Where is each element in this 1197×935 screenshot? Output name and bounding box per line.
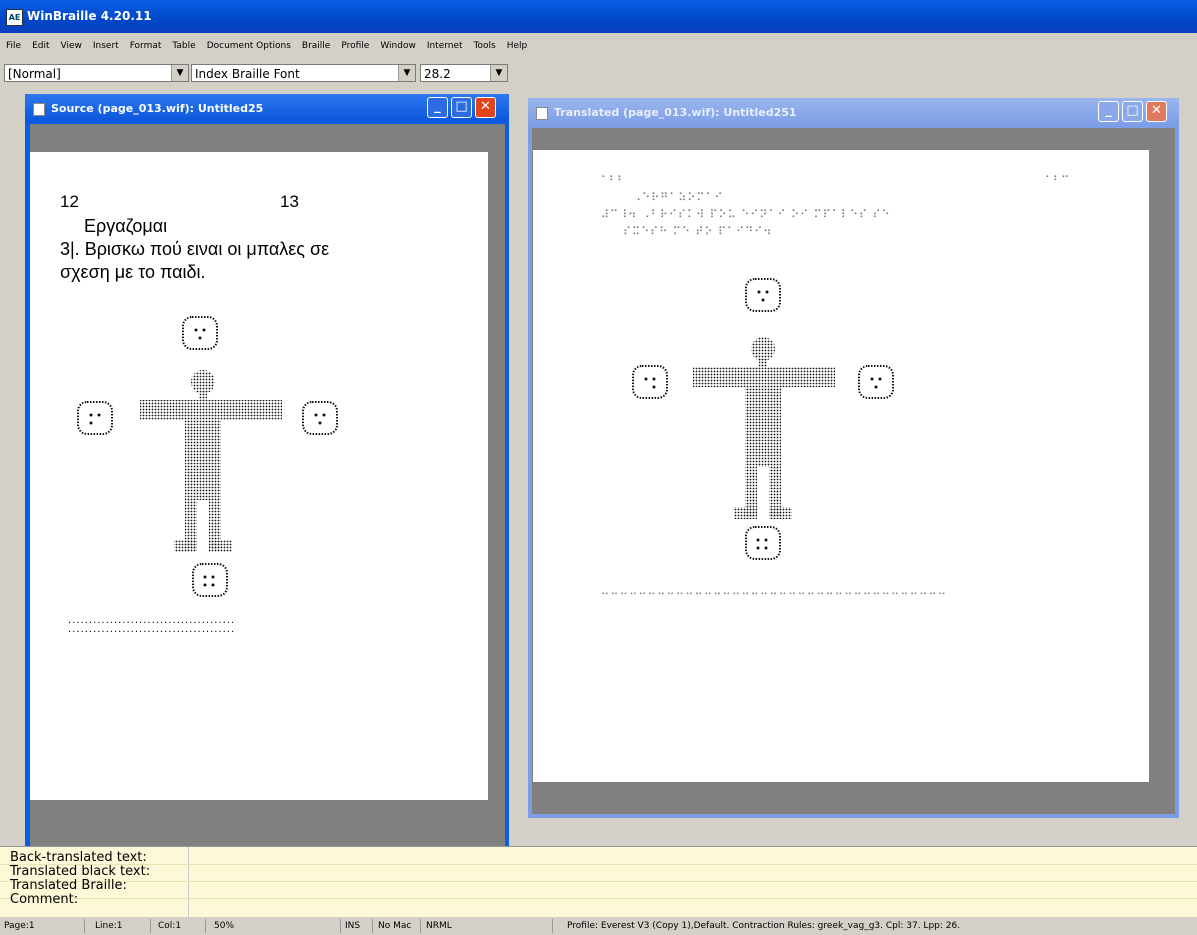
menu-view[interactable]: View <box>61 41 82 51</box>
font-size-value: 28.2 <box>424 67 451 81</box>
document-icon <box>33 103 45 116</box>
status-macro: No Mac <box>378 921 412 931</box>
panel-divider <box>188 847 189 918</box>
chevron-down-icon[interactable]: ▼ <box>398 65 415 81</box>
status-insert-mode: INS <box>345 921 361 931</box>
menu-window[interactable]: Window <box>380 41 416 51</box>
status-zoom: 50% <box>214 921 235 931</box>
ball-left <box>77 401 113 435</box>
format-toolbar: [Normal] ▼ Index Braille Font ▼ 28.2 ▼ <box>0 60 1197 84</box>
status-divider <box>84 919 85 933</box>
menu-insert[interactable]: Insert <box>93 41 119 51</box>
child-body <box>140 370 282 552</box>
page-number-left: 12 <box>60 192 79 211</box>
status-mode: NRML <box>426 921 452 931</box>
exercise-line-2: σχεση με το παιδι. <box>60 262 206 282</box>
braille-line-1: ⠼⠉⠸⠲ ⠠⠃⠗⠊⠎⠅⠺ ⠏⠕⠥ ⠑⠊⠝⠁⠊ ⠕⠊ ⠍⠏⠁⠇⠑⠎ ⠎⠑ <box>601 208 891 221</box>
child-body <box>693 337 835 519</box>
minimize-button[interactable]: _ <box>427 97 448 118</box>
maximize-button[interactable]: □ <box>1122 101 1143 122</box>
page-number-right: 13 <box>280 192 299 211</box>
style-select[interactable]: [Normal] ▼ <box>4 64 189 82</box>
source-window-title: Source (page_013.wif): Untitled25 <box>51 102 264 115</box>
document-icon <box>536 107 548 120</box>
panel-row-line <box>0 881 1197 882</box>
status-divider <box>340 919 341 933</box>
status-bar: Page:1 Line:1 Col:1 50% INS No Mac NRML … <box>0 917 1197 935</box>
app-icon: AE <box>6 9 23 26</box>
braille-line-2: ⠎⠭⠑⠎⠓ ⠍⠑ ⠞⠕ ⠏⠁⠊⠙⠊⠲ <box>623 225 773 238</box>
exercise-heading: Εργαζομαι <box>84 216 168 236</box>
exercise-line-1: 3|. Βρισκω πού ειναι οι μπαλες σε <box>60 239 330 259</box>
chevron-down-icon[interactable]: ▼ <box>171 65 188 81</box>
ball-top <box>745 278 781 312</box>
ball-bottom <box>192 563 228 597</box>
braille-heading: ⠠⠑⠗⠛⠁⠵⠕⠍⠁⠊ <box>633 191 724 204</box>
source-page[interactable]: 12 13 Εργαζομαι 3|. Βρισκω πού ειναι οι … <box>30 152 488 800</box>
translation-info-panel: Back-translated text: Translated black t… <box>0 846 1197 918</box>
menu-file[interactable]: File <box>6 41 21 51</box>
app-title: WinBraille 4.20.11 <box>27 9 152 23</box>
menu-table[interactable]: Table <box>172 41 195 51</box>
dotted-rule-2: ........................................ <box>68 624 236 635</box>
translated-black-label: Translated black text: <box>10 864 151 879</box>
ball-left <box>632 365 668 399</box>
status-profile: Profile: Everest V3 (Copy 1),Default. Co… <box>567 921 961 931</box>
close-button[interactable]: ✕ <box>475 97 496 118</box>
ball-top <box>182 316 218 350</box>
status-line: Line:1 <box>95 921 123 931</box>
panel-row-line <box>0 864 1197 865</box>
font-size-select[interactable]: 28.2 ▼ <box>420 64 508 82</box>
source-window[interactable]: Source (page_013.wif): Untitled25 _ □ ✕ … <box>25 94 509 846</box>
translated-window-title-bar[interactable]: Translated (page_013.wif): Untitled251 _… <box>528 98 1179 126</box>
menu-profile[interactable]: Profile <box>341 41 369 51</box>
menu-internet[interactable]: Internet <box>427 41 463 51</box>
status-divider <box>372 919 373 933</box>
translated-window[interactable]: Translated (page_013.wif): Untitled251 _… <box>528 98 1179 818</box>
comment-label: Comment: <box>10 892 79 907</box>
translated-page[interactable]: ⠁⠃⠃ ⠁⠃⠉ ⠠⠑⠗⠛⠁⠵⠕⠍⠁⠊ ⠼⠉⠸⠲ ⠠⠃⠗⠊⠎⠅⠺ ⠏⠕⠥ ⠑⠊⠝⠁… <box>533 150 1149 782</box>
menu-bar: File Edit View Insert Format Table Docum… <box>0 36 1197 56</box>
maximize-button[interactable]: □ <box>451 97 472 118</box>
source-window-title-bar[interactable]: Source (page_013.wif): Untitled25 _ □ ✕ <box>25 94 509 122</box>
status-divider <box>150 919 151 933</box>
font-select[interactable]: Index Braille Font ▼ <box>191 64 416 82</box>
status-divider <box>205 919 206 933</box>
panel-row-line <box>0 898 1197 899</box>
ball-bottom <box>745 526 781 560</box>
ball-right <box>302 401 338 435</box>
back-translated-label: Back-translated text: <box>10 850 147 865</box>
status-col: Col:1 <box>158 921 182 931</box>
menu-braille[interactable]: Braille <box>302 41 330 51</box>
menu-help[interactable]: Help <box>507 41 528 51</box>
translated-window-title: Translated (page_013.wif): Untitled251 <box>554 106 797 119</box>
panel-labels: Back-translated text: Translated black t… <box>10 851 150 907</box>
style-select-value: [Normal] <box>8 67 61 81</box>
braille-page-number-left: ⠁⠃⠃ <box>601 174 626 187</box>
braille-rule: ⠒⠒⠒⠒⠒⠒⠒⠒⠒⠒⠒⠒⠒⠒⠒⠒⠒⠒⠒⠒⠒⠒⠒⠒⠒⠒⠒⠒⠒⠒⠒⠒⠒⠒⠒⠒⠒ <box>601 588 948 601</box>
close-button[interactable]: ✕ <box>1146 101 1167 122</box>
minimize-button[interactable]: _ <box>1098 101 1119 122</box>
braille-page-number-right: ⠁⠃⠉ <box>1045 174 1070 187</box>
translated-tactile-child-figure <box>632 278 894 560</box>
status-page: Page:1 <box>4 921 35 931</box>
app-title-bar: AE WinBraille 4.20.11 <box>0 0 1197 33</box>
mdi-workspace: Source (page_013.wif): Untitled25 _ □ ✕ … <box>0 86 1197 846</box>
menu-tools[interactable]: Tools <box>474 41 496 51</box>
menu-format[interactable]: Format <box>130 41 162 51</box>
menu-edit[interactable]: Edit <box>32 41 49 51</box>
status-divider <box>552 919 553 933</box>
translated-braille-label: Translated Braille: <box>10 878 127 893</box>
font-select-value: Index Braille Font <box>195 67 300 81</box>
menu-document-options[interactable]: Document Options <box>207 41 291 51</box>
ball-right <box>858 365 894 399</box>
status-divider <box>420 919 421 933</box>
tactile-child-figure <box>77 316 338 597</box>
chevron-down-icon[interactable]: ▼ <box>490 65 507 81</box>
